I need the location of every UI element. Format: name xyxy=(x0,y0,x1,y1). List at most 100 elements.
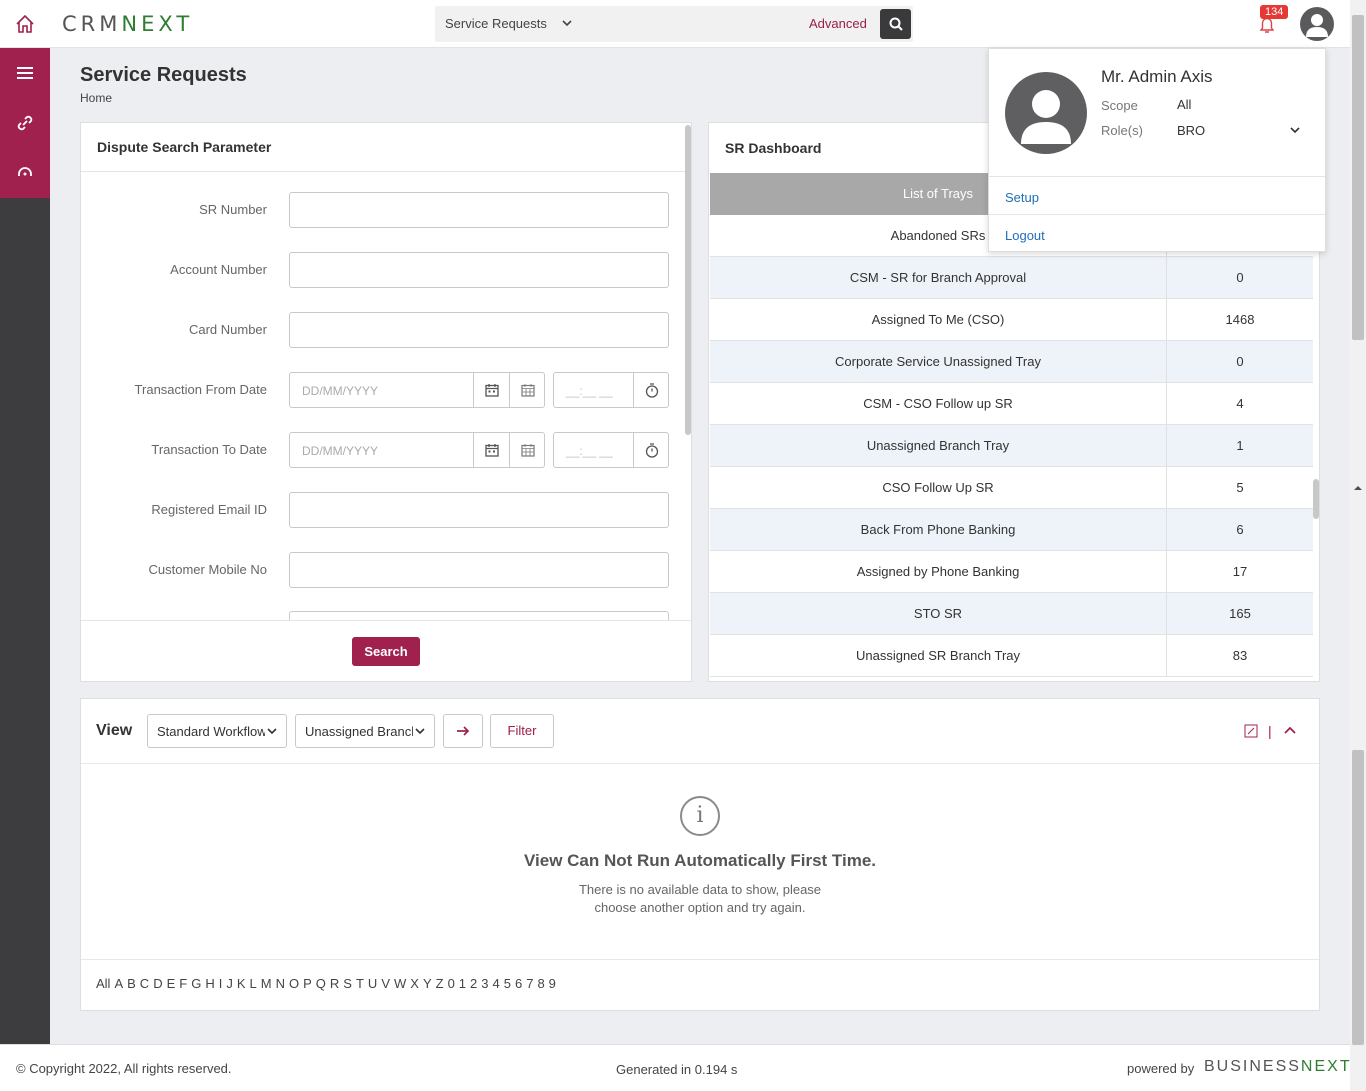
search-module-select[interactable]: Service Requests xyxy=(445,16,547,31)
alphabet-letter[interactable]: 6 xyxy=(515,976,522,991)
alphabet-letter[interactable]: H xyxy=(205,976,214,991)
support-icon[interactable] xyxy=(0,148,50,198)
tray-name[interactable]: CSO Follow Up SR xyxy=(710,480,1166,495)
tray-row[interactable]: Assigned by Phone Banking 17 xyxy=(710,551,1313,593)
tray-count[interactable]: 1468 xyxy=(1167,312,1313,327)
tray-name[interactable]: Unassigned Branch Tray xyxy=(710,438,1166,453)
search-button[interactable]: Search xyxy=(352,637,420,666)
hamburger-menu-icon[interactable] xyxy=(0,48,50,98)
alphabet-letter[interactable]: G xyxy=(191,976,201,991)
logout-link[interactable]: Logout xyxy=(1005,228,1045,243)
scrollbar-thumb[interactable] xyxy=(1352,15,1364,340)
setup-link[interactable]: Setup xyxy=(1005,190,1039,205)
alphabet-letter[interactable]: R xyxy=(330,976,339,991)
tray-count[interactable]: 6 xyxy=(1167,522,1313,537)
card-number-input[interactable] xyxy=(289,312,669,348)
alphabet-letter[interactable]: 9 xyxy=(549,976,556,991)
alphabet-letter[interactable]: B xyxy=(127,976,136,991)
alphabet-letter[interactable]: 1 xyxy=(459,976,466,991)
home-icon[interactable] xyxy=(10,10,40,38)
user-avatar[interactable] xyxy=(1300,7,1334,41)
tray-row[interactable]: Corporate Service Unassigned Tray 0 xyxy=(710,341,1313,383)
calendar-grid-icon[interactable] xyxy=(509,373,545,407)
workflow-select[interactable]: Standard Workflow xyxy=(147,714,287,748)
alphabet-letter[interactable]: 7 xyxy=(526,976,533,991)
form-scrollbar[interactable] xyxy=(685,125,691,435)
alphabet-letter[interactable]: T xyxy=(356,976,364,991)
account-number-input[interactable] xyxy=(289,252,669,288)
alphabet-letter[interactable]: O xyxy=(289,976,299,991)
calendar-icon[interactable] xyxy=(473,433,509,467)
scrollbar-thumb[interactable] xyxy=(1352,750,1364,1045)
tray-count[interactable]: 0 xyxy=(1167,270,1313,285)
tray-name[interactable]: CSM - SR for Branch Approval xyxy=(710,270,1166,285)
tray-row[interactable]: Unassigned Branch Tray 1 xyxy=(710,425,1313,467)
from-date-input[interactable]: DD/MM/YYYY xyxy=(289,372,545,408)
from-time-input[interactable]: __:__ __ xyxy=(553,372,669,408)
alphabet-letter[interactable]: Q xyxy=(316,976,326,991)
expand-icon[interactable] xyxy=(1244,724,1258,741)
alphabet-letter[interactable]: P xyxy=(303,976,312,991)
calendar-icon[interactable] xyxy=(473,373,509,407)
alphabet-letter[interactable]: J xyxy=(226,976,233,991)
tray-count[interactable]: 165 xyxy=(1167,606,1313,621)
search-button[interactable] xyxy=(880,9,911,39)
tray-row[interactable]: Unassigned SR Branch Tray 83 xyxy=(710,635,1313,677)
chevron-down-icon[interactable] xyxy=(1289,124,1301,139)
alphabet-letter[interactable]: A xyxy=(114,976,123,991)
alphabet-letter[interactable]: M xyxy=(261,976,272,991)
stopwatch-icon[interactable] xyxy=(633,433,669,467)
tray-row[interactable]: CSM - CSO Follow up SR 4 xyxy=(710,383,1313,425)
alphabet-letter[interactable]: Y xyxy=(423,976,432,991)
notification-badge[interactable]: 134 xyxy=(1260,5,1289,19)
sr-number-input[interactable] xyxy=(289,192,669,228)
alphabet-letter[interactable]: D xyxy=(153,976,162,991)
tray-count[interactable]: 1 xyxy=(1167,438,1313,453)
tray-name[interactable]: Corporate Service Unassigned Tray xyxy=(710,354,1166,369)
go-button[interactable] xyxy=(443,714,483,748)
alphabet-letter[interactable]: E xyxy=(167,976,176,991)
scroll-up-arrow-icon[interactable] xyxy=(1352,484,1364,492)
alphabet-letter[interactable]: 5 xyxy=(504,976,511,991)
tray-row[interactable]: Assigned To Me (CSO) 1468 xyxy=(710,299,1313,341)
alphabet-letter[interactable]: V xyxy=(381,976,390,991)
filter-button[interactable]: Filter xyxy=(490,714,554,748)
alphabet-letter[interactable]: 4 xyxy=(493,976,500,991)
alphabet-letter[interactable]: S xyxy=(343,976,352,991)
alphabet-letter[interactable]: W xyxy=(394,976,406,991)
alphabet-letter[interactable]: 8 xyxy=(537,976,544,991)
alphabet-letter[interactable]: U xyxy=(368,976,377,991)
alphabet-letter[interactable]: X xyxy=(410,976,419,991)
crmnext-logo[interactable]: CRMNEXT xyxy=(62,12,193,36)
tray-count[interactable]: 5 xyxy=(1167,480,1313,495)
email-input[interactable] xyxy=(289,492,669,528)
alphabet-letter[interactable]: C xyxy=(140,976,149,991)
chevron-down-icon[interactable] xyxy=(561,17,573,32)
tray-row[interactable]: Back From Phone Banking 6 xyxy=(710,509,1313,551)
tray-row[interactable]: CSM - SR for Branch Approval 0 xyxy=(710,257,1313,299)
tray-name[interactable]: Unassigned SR Branch Tray xyxy=(710,648,1166,663)
roles-select[interactable]: BRO xyxy=(1177,123,1205,138)
chevron-up-icon[interactable] xyxy=(1283,724,1297,741)
tray-count[interactable]: 4 xyxy=(1167,396,1313,411)
tray-count[interactable]: 0 xyxy=(1167,354,1313,369)
alphabet-letter[interactable]: L xyxy=(250,976,257,991)
tray-select[interactable]: Unassigned Branch xyxy=(295,714,435,748)
tray-count[interactable]: 83 xyxy=(1167,648,1313,663)
alphabet-letter[interactable]: F xyxy=(179,976,187,991)
tray-row[interactable]: CSO Follow Up SR 5 xyxy=(710,467,1313,509)
stopwatch-icon[interactable] xyxy=(633,373,669,407)
alphabet-letter[interactable]: I xyxy=(219,976,223,991)
tray-count[interactable]: 17 xyxy=(1167,564,1313,579)
tray-row[interactable]: STO SR 165 xyxy=(710,593,1313,635)
tray-name[interactable]: Assigned To Me (CSO) xyxy=(710,312,1166,327)
tray-name[interactable]: CSM - CSO Follow up SR xyxy=(710,396,1166,411)
alphabet-letter[interactable]: K xyxy=(237,976,246,991)
mobile-input[interactable] xyxy=(289,552,669,588)
to-date-input[interactable]: DD/MM/YYYY xyxy=(289,432,545,468)
advanced-search-link[interactable]: Advanced xyxy=(809,16,867,31)
alphabet-letter[interactable]: 2 xyxy=(470,976,477,991)
alphabet-letter[interactable]: 3 xyxy=(481,976,488,991)
breadcrumb[interactable]: Home xyxy=(80,91,112,105)
tray-name[interactable]: Back From Phone Banking xyxy=(710,522,1166,537)
